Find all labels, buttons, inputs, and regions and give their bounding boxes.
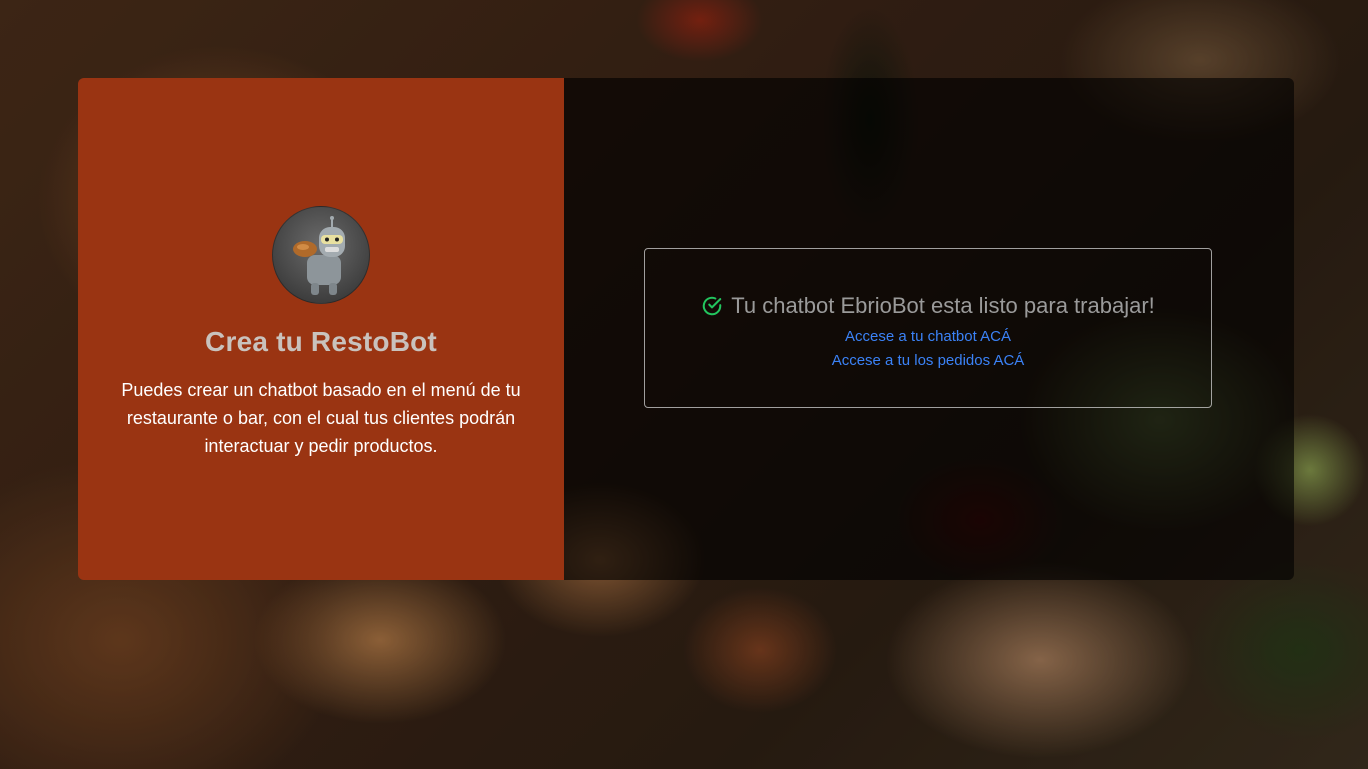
main-card: Crea tu RestoBot Puedes crear un chatbot…	[78, 78, 1294, 580]
check-circle-icon	[701, 295, 723, 317]
page-title: Crea tu RestoBot	[205, 326, 437, 357]
page-description: Puedes crear un chatbot basado en el men…	[121, 380, 521, 456]
status-message: Tu chatbot EbrioBot esta listo para trab…	[731, 293, 1155, 318]
chatbot-link[interactable]: Accese a tu chatbot ACÁ	[845, 325, 1011, 349]
orders-link[interactable]: Accese a tu los pedidos ACÁ	[832, 349, 1025, 373]
status-line: Tu chatbot EbrioBot esta listo para trab…	[701, 293, 1155, 319]
status-box: Tu chatbot EbrioBot esta listo para trab…	[644, 248, 1212, 408]
status-panel: Tu chatbot EbrioBot esta listo para trab…	[564, 78, 1294, 580]
info-panel: Crea tu RestoBot Puedes crear un chatbot…	[78, 78, 564, 580]
robot-avatar	[272, 206, 370, 304]
